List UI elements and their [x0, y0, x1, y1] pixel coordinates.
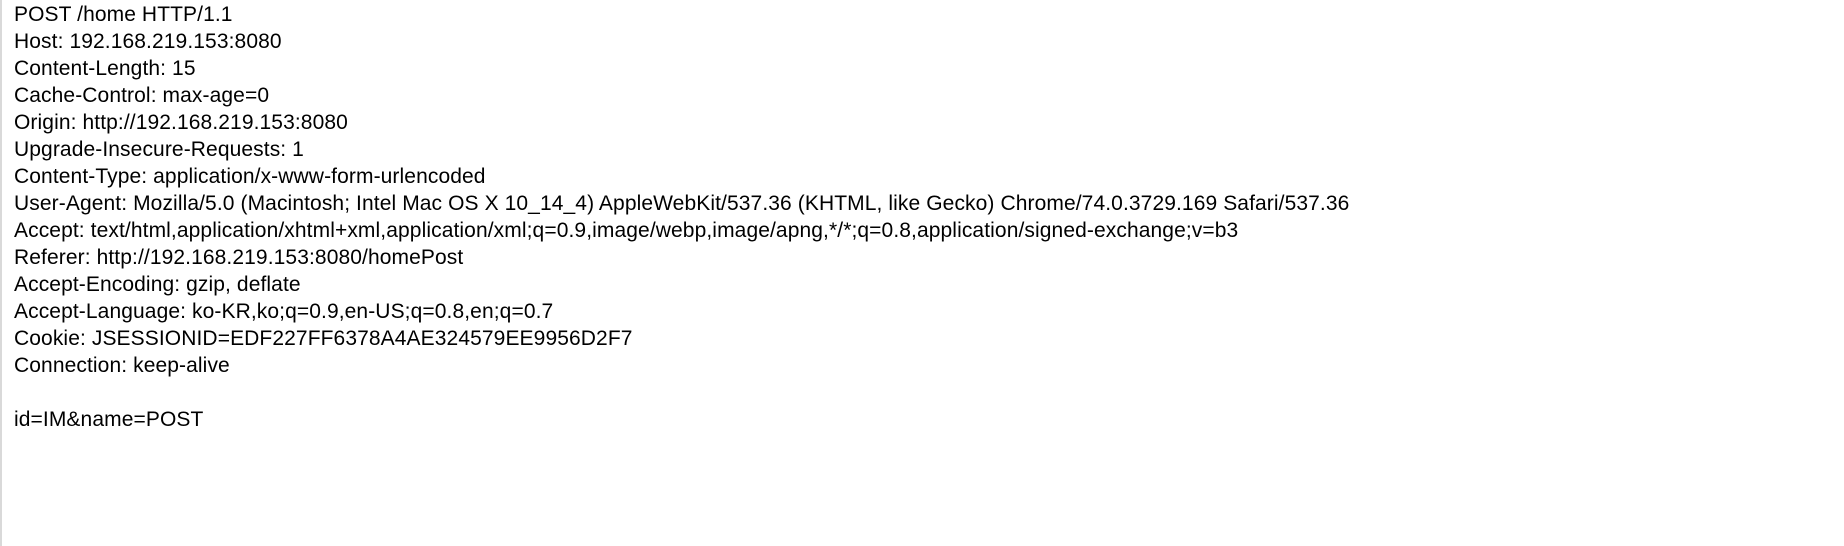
header-referer: Referer: http://192.168.219.153:8080/hom…	[14, 246, 464, 269]
header-host: Host: 192.168.219.153:8080	[14, 30, 282, 53]
header-accept: Accept: text/html,application/xhtml+xml,…	[14, 219, 1239, 242]
header-accept-language: Accept-Language: ko-KR,ko;q=0.9,en-US;q=…	[14, 300, 554, 323]
http-request-viewer: POST /home HTTP/1.1 Host: 192.168.219.15…	[0, 0, 1844, 546]
header-upgrade-insecure-requests: Upgrade-Insecure-Requests: 1	[14, 138, 304, 161]
raw-request-text[interactable]: POST /home HTTP/1.1 Host: 192.168.219.15…	[14, 1, 1349, 433]
request-body: id=IM&name=POST	[14, 408, 204, 431]
header-cookie: Cookie: JSESSIONID=EDF227FF6378A4AE32457…	[14, 327, 633, 350]
header-content-length: Content-Length: 15	[14, 57, 196, 80]
header-user-agent: User-Agent: Mozilla/5.0 (Macintosh; Inte…	[14, 192, 1350, 215]
header-accept-encoding: Accept-Encoding: gzip, deflate	[14, 273, 301, 296]
request-line: POST /home HTTP/1.1	[14, 3, 233, 26]
header-connection: Connection: keep-alive	[14, 354, 230, 377]
header-body-separator	[14, 379, 1349, 406]
header-origin: Origin: http://192.168.219.153:8080	[14, 111, 348, 134]
header-cache-control: Cache-Control: max-age=0	[14, 84, 270, 107]
header-content-type: Content-Type: application/x-www-form-url…	[14, 165, 486, 188]
